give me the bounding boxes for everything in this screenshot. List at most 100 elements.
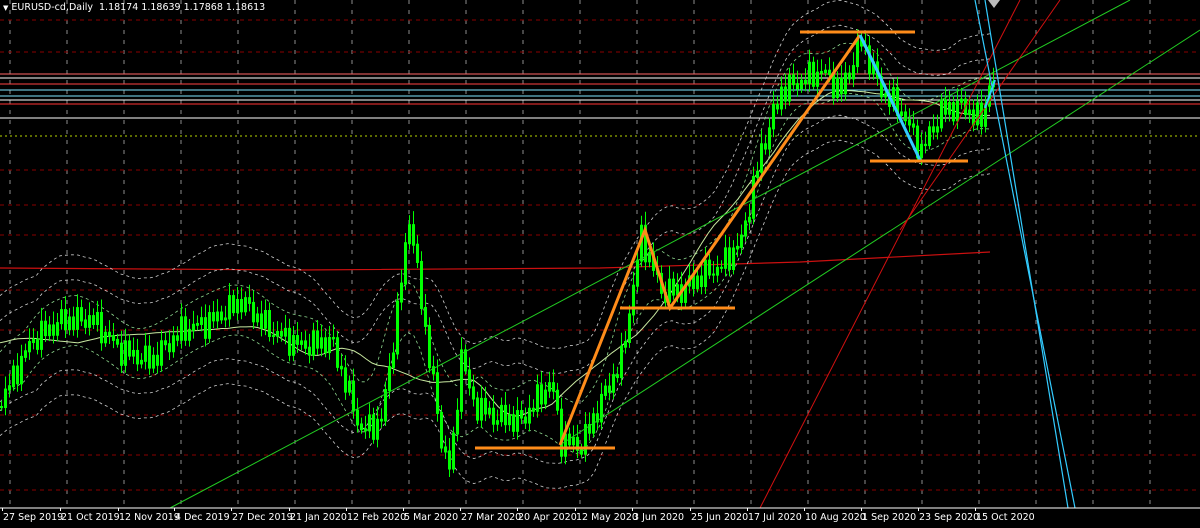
candle-body-40 — [80, 307, 83, 322]
candle-body-138 — [276, 330, 279, 337]
candle-body-276 — [552, 382, 555, 392]
candle-body-314 — [628, 313, 631, 343]
candle-body-408 — [816, 71, 819, 87]
candle-body-130 — [260, 313, 263, 329]
candle-body-208 — [416, 243, 419, 263]
candle-body-316 — [632, 284, 635, 316]
x-tick-mark — [861, 508, 862, 511]
candle-body-394 — [788, 74, 791, 102]
candle-body-372 — [744, 220, 747, 237]
candle-body-226 — [452, 432, 455, 470]
candle-body-358 — [716, 266, 719, 276]
trendline-green-1 — [169, 0, 1131, 509]
candle-body-348 — [696, 275, 699, 290]
candle-body-258 — [516, 410, 519, 432]
candle-body-412 — [824, 69, 827, 74]
candle-body-420 — [840, 77, 843, 95]
candle-body-50 — [100, 311, 103, 344]
candle-body-146 — [292, 335, 295, 356]
candle-body-368 — [736, 245, 739, 250]
candle-body-180 — [360, 423, 363, 431]
x-tick-label: 21 Jan 2020 — [290, 512, 347, 523]
candle-body-200 — [400, 282, 403, 303]
candle-body-414 — [828, 69, 831, 75]
candle-body-38 — [76, 307, 79, 330]
trendline-red-2 — [899, 0, 1061, 231]
candle-body-184 — [368, 414, 371, 432]
x-tick-mark — [690, 508, 691, 511]
candle-body-194 — [388, 365, 391, 391]
candle-body-366 — [732, 247, 735, 270]
candle-body-250 — [500, 404, 503, 423]
candle-body-72 — [144, 345, 147, 362]
candle-body-410 — [820, 71, 823, 74]
candle-body-158 — [316, 330, 319, 349]
candle-body-202 — [404, 242, 407, 285]
x-tick-mark — [118, 508, 119, 511]
x-axis: 27 Sep 2019 21 Oct 2019 12 Nov 2019 4 Dec 2… — [0, 508, 1200, 528]
candle-body-476 — [952, 102, 955, 122]
candle-body-168 — [336, 337, 339, 368]
candle-body-70 — [140, 359, 143, 365]
candle-body-390 — [780, 86, 783, 110]
candle-body-362 — [724, 247, 727, 269]
candle-body-122 — [244, 297, 247, 313]
candle-body-350 — [700, 275, 703, 288]
candle-body-178 — [356, 409, 359, 426]
candle-body-396 — [792, 74, 795, 86]
candle-body-286 — [572, 436, 575, 446]
candle-body-198 — [396, 300, 399, 355]
candle-body-380 — [760, 143, 763, 173]
x-tick-mark — [231, 508, 232, 511]
candle-body-370 — [740, 234, 743, 248]
x-tick-mark — [575, 508, 576, 511]
candle-body-460 — [920, 143, 923, 159]
candle-body-424 — [848, 72, 851, 80]
candle-body-0 — [0, 406, 3, 408]
candle-body-42 — [84, 319, 87, 328]
candle-body-144 — [288, 327, 291, 356]
candle-body-384 — [768, 127, 771, 150]
collapse-arrow-icon[interactable]: ▼ — [3, 4, 8, 12]
candle-body-302 — [604, 385, 607, 396]
x-tick-label: 27 Mar 2020 — [461, 512, 522, 523]
x-tick-label: 25 Jun 2020 — [691, 512, 749, 523]
candle-body-24 — [48, 324, 51, 337]
candle-body-6 — [12, 365, 15, 388]
candle-body-248 — [496, 420, 499, 425]
envelope-white-3 — [0, 139, 991, 489]
x-tick-label: 3 Jun 2020 — [633, 512, 685, 523]
candle-body-152 — [304, 340, 307, 349]
candle-body-102 — [204, 317, 207, 339]
candle-body-112 — [224, 317, 227, 321]
candle-body-456 — [912, 123, 915, 128]
candle-body-418 — [836, 77, 839, 99]
candle-body-162 — [324, 337, 327, 354]
candle-body-74 — [148, 345, 151, 369]
x-tick-label: 4 Dec 2019 — [175, 512, 230, 523]
candle-body-336 — [672, 278, 675, 296]
envelope-green-1 — [0, 92, 991, 454]
x-tick-mark — [747, 508, 748, 511]
candle-body-290 — [580, 448, 583, 455]
candle-body-364 — [728, 247, 731, 270]
x-tick-mark — [632, 508, 633, 511]
candle-body-304 — [608, 385, 611, 393]
candle-body-174 — [348, 380, 351, 393]
price-chart[interactable] — [0, 0, 1200, 528]
candle-body-236 — [472, 386, 475, 400]
candle-body-150 — [300, 340, 303, 345]
candle-body-8 — [16, 365, 19, 385]
candle-body-128 — [256, 313, 259, 323]
candle-body-484 — [968, 109, 971, 116]
candle-body-118 — [236, 298, 239, 314]
candle-body-154 — [308, 346, 311, 356]
trendline-cyan-2 — [984, 0, 1069, 509]
candle-body-80 — [160, 340, 163, 366]
candle-body-224 — [448, 450, 451, 470]
candle-body-170 — [340, 365, 343, 370]
candle-body-398 — [796, 83, 799, 90]
candle-body-204 — [408, 224, 411, 245]
scroll-shift-icon[interactable] — [988, 0, 1000, 8]
x-tick-label: 10 Aug 2020 — [805, 512, 866, 523]
